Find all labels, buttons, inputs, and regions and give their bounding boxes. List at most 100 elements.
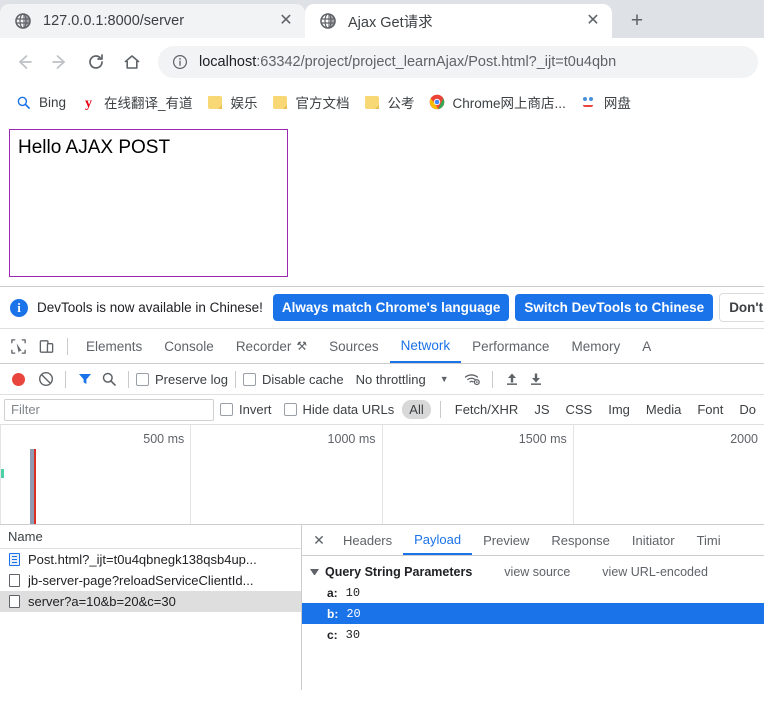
bookmark-youdao[interactable]: y 在线翻译_有道 — [73, 89, 200, 115]
param-value: 20 — [346, 606, 361, 621]
new-tab-button[interactable]: + — [622, 5, 652, 35]
tab-performance[interactable]: Performance — [461, 329, 560, 363]
query-param-row[interactable]: c: 30 — [302, 624, 764, 645]
tab-strip: 127.0.0.1:8000/server ✕ Ajax Get请求 ✕ + — [0, 0, 764, 38]
hide-data-urls-checkbox[interactable]: Hide data URLs — [283, 402, 394, 417]
always-match-language-button[interactable]: Always match Chrome's language — [272, 294, 510, 321]
browser-tab-1[interactable]: Ajax Get请求 ✕ — [305, 4, 612, 38]
timeline-cell: 2000 — [574, 425, 764, 524]
folder-icon — [364, 94, 381, 111]
bookmark-folder-exam[interactable]: 公考 — [357, 89, 422, 115]
notice-text: DevTools is now available in Chinese! — [37, 300, 263, 315]
tab-recorder[interactable]: Recorder ⚒ — [225, 329, 318, 363]
tab-headers[interactable]: Headers — [332, 525, 403, 555]
record-dot-icon[interactable] — [12, 372, 25, 386]
bookmark-folder-docs[interactable]: 官方文档 — [265, 89, 357, 115]
request-list-header[interactable]: Name — [0, 525, 301, 549]
tab-close-icon[interactable]: ✕ — [275, 10, 297, 32]
tab-initiator[interactable]: Initiator — [621, 525, 686, 555]
table-row[interactable]: server?a=10&b=20&c=30 — [0, 591, 301, 612]
filter-type-font[interactable]: Font — [690, 400, 730, 419]
ajax-result-text: Hello AJAX POST — [18, 137, 171, 158]
filter-type-js[interactable]: JS — [527, 400, 556, 419]
param-key: a: — [327, 585, 338, 600]
table-row[interactable]: jb-server-page?reloadServiceClientId... — [0, 570, 301, 591]
address-bar-url: localhost:63342/project/project_learnAja… — [199, 54, 616, 70]
view-url-encoded-link[interactable]: view URL-encoded — [602, 565, 708, 579]
tab-sources[interactable]: Sources — [318, 329, 390, 363]
svg-text:y: y — [85, 95, 92, 110]
section-title: Query String Parameters — [325, 565, 473, 579]
browser-tab-0[interactable]: 127.0.0.1:8000/server ✕ — [0, 4, 305, 38]
disable-cache-checkbox[interactable]: Disable cache — [242, 372, 344, 387]
network-timeline-overview[interactable]: 500 ms 1000 ms 1500 ms 2000 — [0, 425, 764, 525]
bookmark-label: 公考 — [387, 96, 415, 111]
param-value: 30 — [345, 627, 361, 642]
query-param-row[interactable]: a: 10 — [302, 582, 764, 603]
invert-checkbox[interactable]: Invert — [220, 402, 272, 417]
tab-elements[interactable]: Elements — [75, 329, 153, 363]
bookmark-bing[interactable]: Bing — [8, 91, 73, 114]
checkbox-box — [136, 372, 149, 386]
filter-type-media[interactable]: Media — [639, 400, 688, 419]
tab-label: Recorder — [235, 338, 292, 354]
file-icon — [7, 574, 21, 588]
chevron-down-icon[interactable]: ▼ — [440, 374, 449, 384]
view-source-link[interactable]: view source — [504, 565, 570, 579]
back-arrow-icon[interactable] — [6, 44, 42, 80]
tab-memory[interactable]: Memory — [560, 329, 631, 363]
preserve-log-checkbox[interactable]: Preserve log — [136, 372, 228, 387]
query-string-header[interactable]: Query String Parameters view source view… — [302, 562, 764, 582]
youdao-icon: y — [80, 94, 97, 111]
globe-icon — [319, 13, 336, 30]
tab-application[interactable]: A — [631, 329, 662, 363]
network-filter-bar: Filter Invert Hide data URLs All Fetch/X… — [0, 395, 764, 425]
tab-label: Sources — [329, 338, 379, 354]
timeline-tick-label: 1000 ms — [327, 432, 376, 446]
filter-input[interactable]: Filter — [4, 398, 214, 421]
bookmark-folder-entertainment[interactable]: 娱乐 — [200, 89, 265, 115]
filter-type-css[interactable]: CSS — [559, 400, 600, 419]
filter-type-fetch-xhr[interactable]: Fetch/XHR — [448, 400, 526, 419]
tab-console[interactable]: Console — [153, 329, 225, 363]
bookmark-chrome-webstore[interactable]: Chrome网上商店... — [422, 89, 573, 115]
tab-payload[interactable]: Payload — [403, 525, 473, 555]
reload-icon[interactable] — [78, 44, 114, 80]
download-arrow-icon[interactable] — [524, 367, 548, 391]
tab-label: Network — [400, 337, 451, 353]
close-icon[interactable]: ✕ — [306, 527, 332, 553]
tab-close-icon[interactable]: ✕ — [582, 10, 604, 32]
home-icon[interactable] — [114, 44, 150, 80]
devtools-language-notice: i DevTools is now available in Chinese! … — [0, 287, 764, 329]
param-key: c: — [327, 627, 338, 642]
wifi-gear-icon[interactable] — [461, 367, 485, 391]
timeline-cell: 1000 ms — [191, 425, 383, 524]
filter-type-img[interactable]: Img — [601, 400, 637, 419]
forward-arrow-icon[interactable] — [42, 44, 78, 80]
bookmark-label: 官方文档 — [295, 96, 350, 111]
bookmark-baidu-pan[interactable]: 网盘 — [573, 89, 638, 115]
tab-response[interactable]: Response — [540, 525, 621, 555]
dismiss-notice-button[interactable]: Don't — [719, 293, 764, 322]
tab-timing[interactable]: Timi — [686, 525, 732, 555]
filter-type-doc[interactable]: Do — [732, 400, 763, 419]
chevron-down-icon[interactable] — [310, 569, 319, 575]
tab-preview[interactable]: Preview — [472, 525, 540, 555]
cursor-inspect-icon[interactable] — [4, 333, 32, 359]
switch-devtools-language-button[interactable]: Switch DevTools to Chinese — [515, 294, 714, 321]
document-icon — [7, 553, 21, 567]
clear-no-entry-icon[interactable] — [34, 367, 58, 391]
timeline-cell: 1500 ms — [383, 425, 574, 524]
funnel-icon[interactable] — [73, 367, 97, 391]
search-icon[interactable] — [97, 367, 121, 391]
table-row[interactable]: Post.html?_ijt=t0u4qbnegk138qsb4up... — [0, 549, 301, 570]
device-toolbar-icon[interactable] — [32, 333, 60, 359]
tab-network[interactable]: Network — [389, 329, 462, 363]
devtools-panel: i DevTools is now available in Chinese! … — [0, 286, 764, 690]
address-bar[interactable]: localhost:63342/project/project_learnAja… — [158, 45, 758, 78]
throttle-select[interactable]: No throttling — [356, 372, 426, 387]
query-param-row[interactable]: b: 20 — [302, 603, 764, 624]
filter-type-all[interactable]: All — [402, 400, 431, 419]
info-circle-icon[interactable] — [172, 54, 190, 70]
upload-arrow-icon[interactable] — [500, 367, 524, 391]
